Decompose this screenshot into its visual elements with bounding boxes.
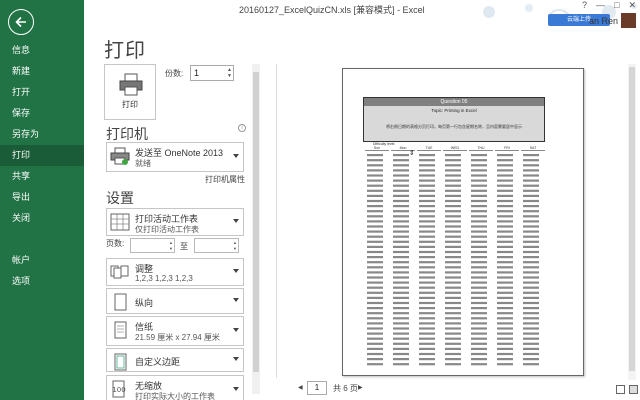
copies-value: 1: [194, 68, 200, 78]
pages-from-stepper[interactable]: ▲ ▼: [169, 240, 173, 252]
nav-item-print[interactable]: 打印: [0, 145, 84, 166]
margins-label: 自定义边距: [135, 357, 181, 367]
arrow-left-icon: [15, 16, 26, 28]
copies-stepper[interactable]: ▲ ▼: [227, 67, 232, 79]
nav-item-save[interactable]: 保存: [0, 103, 84, 124]
scaling-icon: 100: [112, 380, 126, 398]
settings-scrollbar-thumb[interactable]: [253, 72, 259, 372]
question-description: 将右侧日期的表格分页打印。每页第一行包含星期名称，且内容需要居中显示: [386, 124, 522, 129]
nav-item-save-as[interactable]: 另存为: [0, 124, 84, 145]
scaling-select[interactable]: 100 无缩放 打印实际大小的工作表: [106, 375, 244, 400]
info-icon[interactable]: i: [238, 124, 246, 132]
preview-page: Question 05 Topic: Printing in Excel 将右侧…: [342, 68, 584, 376]
paper-icon: [114, 321, 127, 339]
window-title: 20160127_ExcelQuizCN.xls [兼容模式] - Excel: [239, 5, 425, 15]
user-name[interactable]: an Ren: [589, 16, 618, 26]
orientation-label: 纵向: [135, 298, 154, 308]
sheet-grid-icon: [110, 213, 130, 231]
chevron-down-icon: [233, 269, 239, 273]
copies-input[interactable]: 1 ▲ ▼: [190, 65, 234, 81]
weekday-header: SAT: [521, 146, 545, 151]
nav-item-export[interactable]: 导出: [0, 187, 84, 208]
date-table-image: [367, 154, 539, 366]
weekday-header: Sun: [365, 146, 389, 151]
printer-status: 就绪: [135, 159, 151, 168]
printer-icon: [119, 73, 143, 96]
mouse-cursor: ⇕: [409, 150, 415, 157]
nav-spacer: [0, 229, 84, 250]
collate-desc: 1,2,3 1,2,3 1,2,3: [135, 274, 193, 283]
print-button[interactable]: 打印: [104, 64, 156, 120]
weekday-header: FRI: [495, 146, 519, 151]
collate-icon: [110, 265, 129, 279]
settings-scrollbar[interactable]: [252, 64, 260, 394]
nav-item-account[interactable]: 帐户: [0, 250, 84, 271]
chevron-down-icon: [233, 357, 239, 361]
paper-size-select[interactable]: 信纸 21.59 厘米 x 27.94 厘米: [106, 316, 244, 346]
settings-heading: 设置: [106, 190, 134, 206]
page-title: 打印: [104, 40, 146, 62]
title-bar: 20160127_ExcelQuizCN.xls [兼容模式] - Excel …: [84, 0, 640, 30]
nav-item-share[interactable]: 共享: [0, 166, 84, 187]
question-subtitle: Topic: Printing in Excel: [431, 108, 477, 113]
nav-item-close[interactable]: 关闭: [0, 208, 84, 229]
page-number-input[interactable]: 1: [307, 381, 327, 395]
restore-button[interactable]: □: [614, 0, 619, 11]
nav-item-options[interactable]: 选项: [0, 271, 84, 292]
show-margins-button[interactable]: [616, 385, 625, 394]
previous-page-button[interactable]: ◀: [298, 384, 303, 391]
printer-select[interactable]: 发送至 OneNote 2013 就绪: [106, 142, 244, 172]
close-button[interactable]: ✕: [628, 0, 636, 11]
scaling-desc: 打印实际大小的工作表: [135, 392, 215, 400]
printer-heading: 打印机: [106, 126, 148, 142]
weekday-header: WED: [443, 146, 467, 151]
preview-scrollbar[interactable]: [628, 64, 636, 380]
backstage-nav: 信息 新建 打开 保存 另存为 打印 共享 导出 关闭 帐户 选项: [0, 0, 84, 400]
nav-item-new[interactable]: 新建: [0, 61, 84, 82]
margins-select[interactable]: 自定义边距: [106, 348, 244, 372]
margins-icon: [114, 353, 127, 371]
copies-label: 份数:: [165, 69, 184, 78]
question-title: Question 05: [364, 98, 544, 106]
weekday-header: THU: [469, 146, 493, 151]
avatar[interactable]: [621, 13, 636, 28]
print-button-label: 打印: [122, 100, 138, 109]
printer-device-icon: [110, 147, 130, 165]
page-total: 共 6 页: [333, 384, 358, 393]
pages-to-label: 至: [180, 242, 188, 251]
paper-size-desc: 21.59 厘米 x 27.94 厘米: [135, 333, 220, 342]
portrait-page-icon: [114, 293, 127, 311]
pages-to-stepper[interactable]: ▲ ▼: [233, 240, 237, 252]
print-what-desc: 仅打印活动工作表: [135, 225, 199, 234]
chevron-down-icon: [233, 219, 239, 223]
chevron-down-icon: [233, 387, 239, 391]
zoom-to-page-button[interactable]: [629, 385, 638, 394]
print-what-select[interactable]: 打印活动工作表 仅打印活动工作表: [106, 208, 244, 236]
preview-scrollbar-thumb[interactable]: [629, 67, 635, 371]
question-box: Question 05 Topic: Printing in Excel 将右侧…: [363, 97, 545, 142]
nav-item-open[interactable]: 打开: [0, 82, 84, 103]
orientation-select[interactable]: 纵向: [106, 288, 244, 314]
collate-select[interactable]: 调整 1,2,3 1,2,3 1,2,3: [106, 258, 244, 286]
printer-properties-link[interactable]: 打印机属性: [205, 174, 245, 185]
window-controls: ? — □ ✕: [582, 0, 636, 11]
pages-label: 页数:: [106, 239, 125, 248]
svg-text:100: 100: [112, 386, 125, 394]
nav-item-info[interactable]: 信息: [0, 40, 84, 61]
weekday-header: TUE: [417, 146, 441, 151]
pages-from-input[interactable]: ▲ ▼: [130, 238, 175, 253]
chevron-down-icon: [233, 154, 239, 158]
chevron-down-icon: [233, 328, 239, 332]
minimize-button[interactable]: —: [596, 0, 605, 11]
help-button[interactable]: ?: [582, 0, 587, 11]
pages-to-input[interactable]: ▲ ▼: [194, 238, 239, 253]
back-button[interactable]: [8, 9, 34, 35]
weekday-header-row: Sun Mon TUE WED THU FRI SAT: [365, 146, 545, 152]
next-page-button[interactable]: ▶: [358, 384, 363, 391]
chevron-down-icon: [233, 298, 239, 302]
